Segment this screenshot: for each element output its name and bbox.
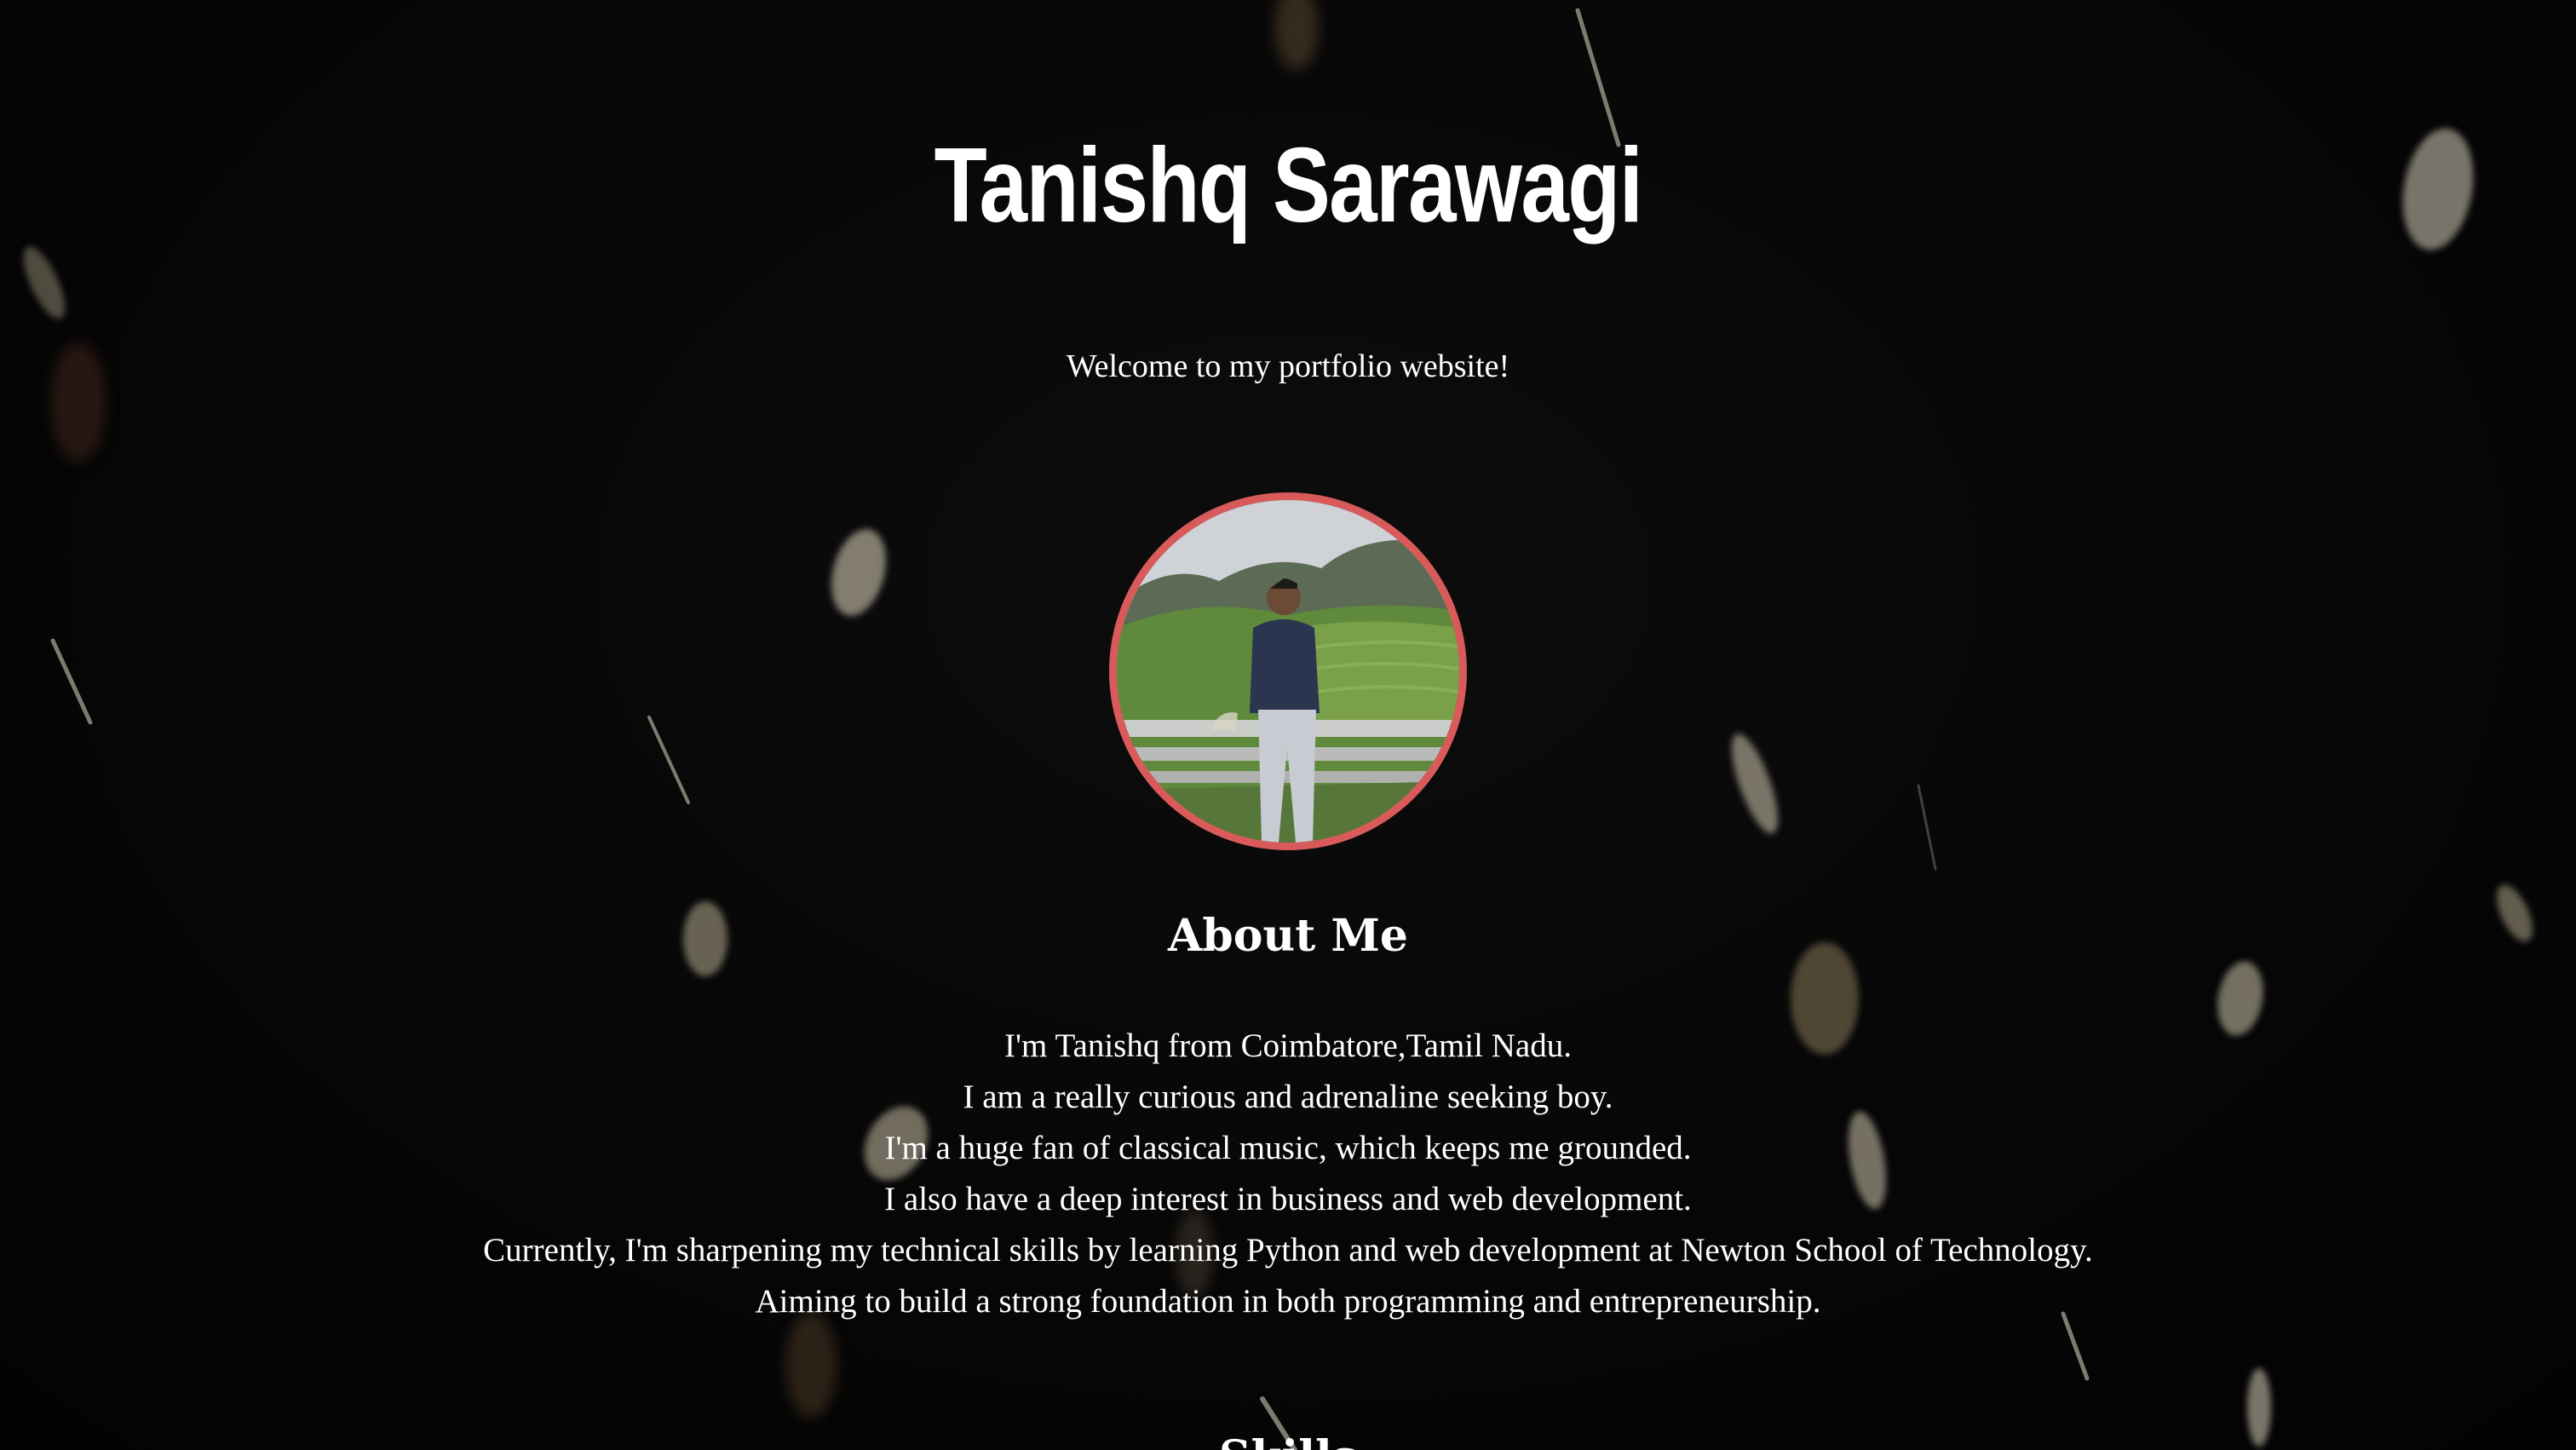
welcome-tagline: Welcome to my portfolio website! [1066, 348, 1510, 384]
about-line: I'm Tanishq from Coimbatore,Tamil Nadu. [1004, 1027, 1572, 1064]
main-content: Tanishq Sarawagi Welcome to my portfolio… [0, 0, 2576, 1450]
portfolio-page: Tanishq Sarawagi Welcome to my portfolio… [0, 0, 2576, 1450]
site-title: Tanishq Sarawagi [934, 127, 1643, 245]
about-line: I'm a huge fan of classical music, which… [884, 1130, 1692, 1166]
skills-heading: Skills [0, 1431, 2576, 1450]
about-me-heading: About Me [1168, 910, 1408, 962]
about-line: Aiming to build a strong foundation in b… [755, 1283, 1821, 1320]
about-me-text: I'm Tanishq from Coimbatore,Tamil Nadu. … [0, 1021, 2576, 1327]
about-line: I am a really curious and adrenaline see… [963, 1079, 1613, 1115]
profile-photo-image [1117, 500, 1459, 843]
about-line: I also have a deep interest in business … [884, 1181, 1692, 1217]
profile-photo [1109, 492, 1467, 850]
about-line: Currently, I'm sharpening my technical s… [483, 1232, 2093, 1269]
